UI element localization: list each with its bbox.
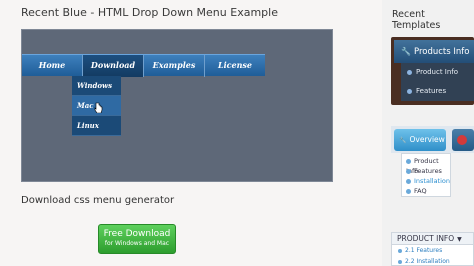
- template2-tab-second: [452, 129, 474, 151]
- template2-tab-label: Overview: [409, 135, 445, 144]
- template1-header: 🔧 Products Info: [394, 40, 474, 63]
- menu-item-home[interactable]: Home: [22, 55, 83, 77]
- section-title: Download css menu generator: [21, 195, 175, 206]
- bullet-icon: [398, 259, 402, 264]
- list-item: Features: [402, 166, 450, 176]
- template-preview-brown[interactable]: 🔧 Products Info Product Info Features: [391, 37, 474, 105]
- chevron-down-icon: ▼: [457, 236, 462, 243]
- bullet-icon: [398, 248, 402, 253]
- template1-list: Product Info Features: [401, 63, 474, 101]
- demo-menubar: Home Download Examples License: [22, 54, 265, 77]
- dropdown-item-linux[interactable]: Linux: [72, 116, 121, 136]
- list-item: Features: [401, 82, 474, 101]
- hand-cursor-icon: [94, 102, 103, 113]
- bullet-icon: [407, 88, 412, 94]
- bullet-icon: [406, 168, 411, 174]
- template-preview-lightblue[interactable]: 🔧 Overview Product Info Features Installa…: [391, 126, 474, 206]
- download-dropdown: Windows Mac Linux: [72, 76, 121, 136]
- template1-header-label: Products Info: [413, 47, 470, 57]
- template3-header-label: PRODUCT INFO: [397, 234, 455, 243]
- list-item: Installation: [402, 176, 450, 186]
- list-item: Product Info: [406, 157, 439, 175]
- sidebar-title: Recent Templates: [392, 9, 441, 31]
- dropdown-item-windows[interactable]: Windows: [72, 76, 121, 96]
- no-entry-icon: [457, 135, 467, 145]
- list-item: FAQ: [402, 186, 450, 196]
- main-content: Recent Blue - HTML Drop Down Menu Exampl…: [0, 0, 382, 266]
- list-item: Product Info: [401, 63, 474, 82]
- page-title: Recent Blue - HTML Drop Down Menu Exampl…: [21, 6, 278, 19]
- template2-tab-overview: 🔧 Overview: [394, 129, 446, 151]
- menu-item-examples[interactable]: Examples: [144, 55, 205, 77]
- free-download-sublabel: for Windows and Mac: [104, 240, 170, 247]
- free-download-label: Free Download: [103, 229, 171, 239]
- menu-demo-panel: Home Download Examples License Windows M…: [21, 29, 333, 182]
- menu-item-download[interactable]: Download: [83, 55, 144, 77]
- template2-bar: 🔧 Overview: [391, 126, 474, 153]
- dropdown-item-mac-label: Mac: [77, 101, 94, 110]
- dropdown-item-mac[interactable]: Mac: [72, 96, 121, 116]
- free-download-button[interactable]: Free Download for Windows and Mac: [98, 224, 176, 254]
- template-preview-white[interactable]: PRODUCT INFO ▼ 2.1 Features 2.2 Installat…: [391, 232, 474, 266]
- wrench-icon: 🔧: [401, 47, 411, 56]
- template2-list: Product Info Features Installation FAQ: [401, 153, 451, 197]
- list-item: 2.2 Installation: [392, 256, 473, 266]
- sidebar: Recent Templates 🔧 Products Info Product …: [382, 0, 474, 266]
- list-item: 2.1 Features: [392, 245, 473, 256]
- bullet-icon: [407, 69, 412, 75]
- bullet-icon: [406, 158, 411, 164]
- menu-item-license[interactable]: License: [205, 55, 265, 77]
- bullet-icon: [406, 178, 411, 184]
- bullet-icon: [406, 188, 411, 194]
- wrench-icon: 🔧: [399, 137, 407, 144]
- template3-header: PRODUCT INFO ▼: [392, 233, 473, 245]
